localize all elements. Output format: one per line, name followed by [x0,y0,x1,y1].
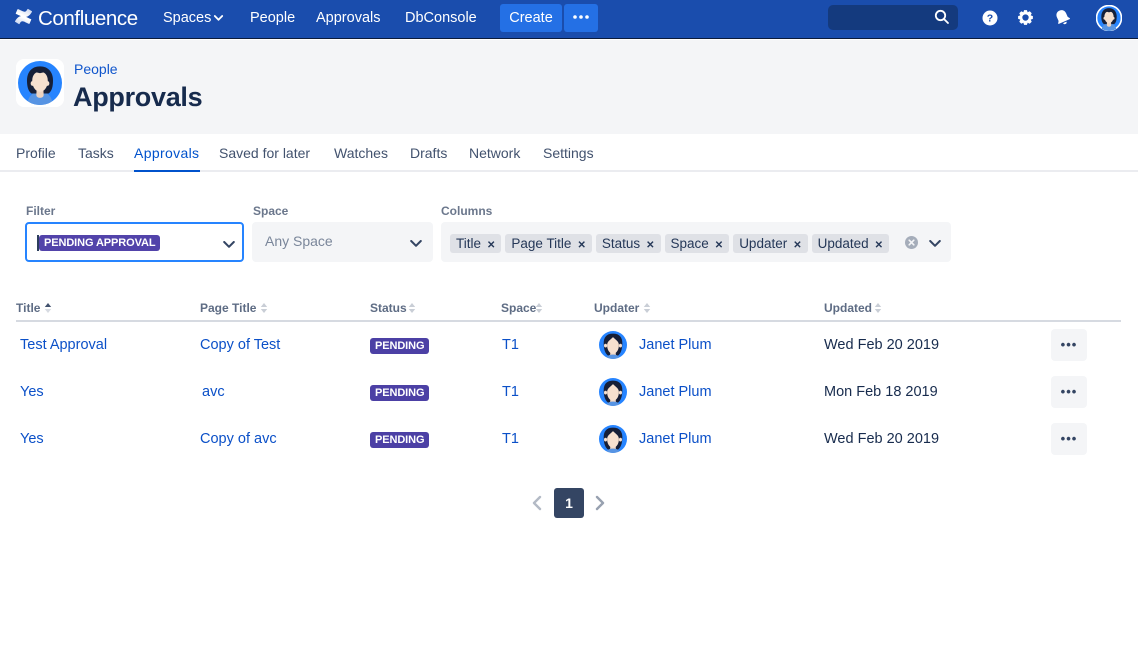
svg-text:?: ? [987,13,993,25]
